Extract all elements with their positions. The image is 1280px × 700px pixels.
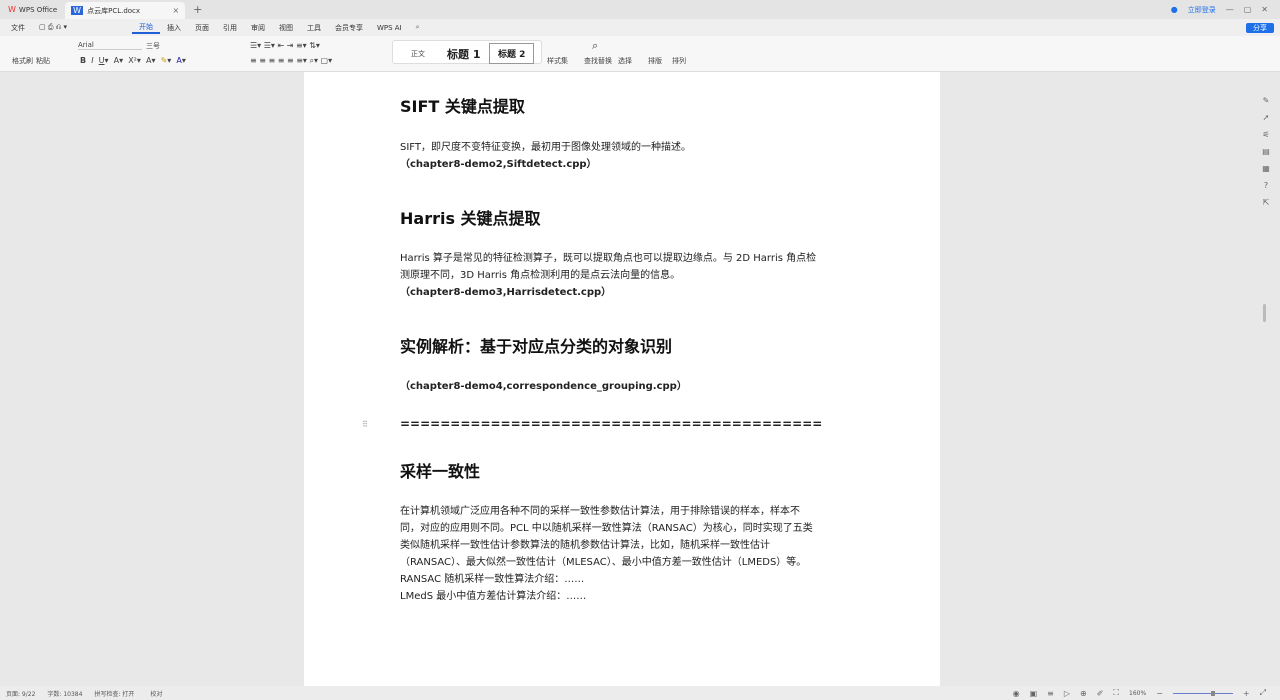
- zoom-in-button[interactable]: +: [1243, 689, 1250, 698]
- pen-icon[interactable]: ✐: [1097, 689, 1104, 698]
- paragraph-line: Harris 算子是常见的特征检测算子，既可以提取角点也可以提取边缘点。与 2D…: [400, 253, 817, 264]
- fullscreen-icon[interactable]: ⤢: [1260, 688, 1266, 698]
- quick-access-toolbar: ▢ ⎙ ⎌ ▾: [39, 23, 68, 31]
- review-icon[interactable]: ▤: [1262, 147, 1270, 156]
- paragraph-line: 在计算机领域广泛应用各种不同的采样一致性参数估计算法，用于排除错误的样本，样本不: [400, 506, 800, 517]
- menu-bar: 文件 ▢ ⎙ ⎌ ▾ 开始 插入 页面 引用 审阅 视图 工具 会员专享 WPS…: [0, 19, 1280, 36]
- search-icon: ⌕: [592, 39, 599, 52]
- style-normal[interactable]: 正文: [411, 49, 425, 59]
- page-view-icon[interactable]: ▣: [1030, 689, 1038, 698]
- paragraph-buttons[interactable]: ☰▾ ☰▾ ⇤ ⇥ ≡▾ ⇅▾: [250, 41, 320, 50]
- share-icon[interactable]: ⇱: [1263, 198, 1270, 207]
- scrollbar-thumb[interactable]: [1263, 304, 1266, 322]
- paragraph-line: （RANSAC）、最大似然一致性估计（MLESAC）、最小中值方差一致性估计（L…: [400, 557, 807, 568]
- wps-logo-icon: W: [8, 5, 16, 14]
- wps-office-tab[interactable]: W WPS Office: [0, 0, 65, 19]
- close-icon[interactable]: ×: [172, 6, 179, 15]
- format-painter-button[interactable]: 格式刷: [12, 56, 33, 66]
- paragraph-line: RANSAC 随机采样一致性算法介绍：……: [400, 574, 585, 585]
- adjust-icon[interactable]: ⚟: [1262, 130, 1269, 139]
- menu-member[interactable]: 会员专享: [328, 23, 370, 33]
- proofread-button[interactable]: 校对: [150, 689, 162, 698]
- zoom-out-button[interactable]: −: [1156, 689, 1163, 698]
- help-icon[interactable]: ?: [1264, 181, 1268, 190]
- web-view-icon[interactable]: ⊕: [1080, 689, 1087, 698]
- word-doc-icon: W: [71, 6, 84, 15]
- paragraph-line: LMedS 最小中值方差估计算法介绍：……: [400, 591, 587, 602]
- heading-text: 采样一致性: [400, 462, 481, 481]
- zoom-slider[interactable]: [1172, 690, 1233, 696]
- font-size-select[interactable]: 三号: [146, 41, 160, 51]
- select-button[interactable]: 选择: [618, 56, 632, 66]
- heading-text: 实例解析：基于对应点分类的对象识别: [400, 337, 673, 356]
- code-ref: （chapter8-demo2,Siftdetect.cpp）: [400, 159, 597, 170]
- find-replace-button[interactable]: 查找替换: [584, 56, 612, 66]
- cursor-icon[interactable]: ➚: [1263, 113, 1270, 122]
- format-buttons[interactable]: B I U▾ A▾ X²▾ A▾ ✎▾ A▾: [80, 56, 186, 65]
- word-count[interactable]: 字数: 10384: [47, 689, 82, 698]
- font-select[interactable]: Arial: [78, 41, 142, 50]
- paragraph: 在计算机领域广泛应用各种不同的采样一致性参数估计算法，用于排除错误的样本，样本不…: [400, 503, 813, 605]
- pen-icon[interactable]: ✎: [1263, 96, 1270, 105]
- avatar-icon: ●: [1170, 5, 1178, 14]
- paragraph-line: 类似随机采样一致性估计参数算法的随机参数估计算法，比如，随机采样一致性估计: [400, 540, 770, 551]
- menu-file[interactable]: 文件: [4, 23, 32, 33]
- menu-home[interactable]: 开始: [132, 22, 160, 34]
- heading-harris: Harris 关键点提取: [400, 210, 541, 227]
- maximize-icon[interactable]: ▢: [1244, 5, 1252, 14]
- paste-button[interactable]: 粘贴: [36, 56, 50, 66]
- outline-view-icon[interactable]: ≡: [1047, 689, 1054, 698]
- zoom-level[interactable]: 160%: [1129, 690, 1146, 697]
- menu-references[interactable]: 引用: [216, 23, 244, 33]
- paragraph-line: 同，对应的应用则不同。PCL 中以随机采样一致性算法（RANSAC）为核心，同时…: [400, 523, 813, 534]
- search-icon[interactable]: ⌕: [409, 23, 427, 32]
- play-icon[interactable]: ▷: [1064, 689, 1070, 698]
- heading-ransac: 采样一致性: [400, 463, 480, 480]
- heading-text: Harris 关键点提取: [400, 209, 541, 228]
- doc-tab-label: 点云库PCL.docx: [87, 6, 141, 15]
- style-heading2[interactable]: 标题 2: [489, 43, 535, 64]
- menu-page[interactable]: 页面: [188, 23, 216, 33]
- style-heading1[interactable]: 标题 1: [447, 46, 480, 62]
- tab-bar: W WPS Office W 点云库PCL.docx × + ● 立即登录 — ▢ ✕: [0, 0, 1280, 19]
- code-ref: （chapter8-demo4,correspondence_grouping.…: [400, 381, 687, 392]
- table-icon[interactable]: ▦: [1262, 164, 1270, 173]
- menu-tools[interactable]: 工具: [300, 23, 328, 33]
- app-tab-label: WPS Office: [18, 5, 58, 14]
- login-link[interactable]: 立即登录: [1188, 5, 1216, 15]
- menu-review[interactable]: 审阅: [244, 23, 272, 33]
- status-bar: 页面: 9/22 字数: 10384 拼写检查: 打开 校对 ◉ ▣ ≡ ▷ ⊕…: [0, 686, 1280, 700]
- paragraph-line: SIFT，即尺度不变特征变换，最初用于图像处理领域的一种描述。: [400, 142, 691, 153]
- separator-line: ========================================…: [400, 417, 823, 431]
- code-ref: （chapter8-demo3,Harrisdetect.cpp）: [400, 287, 612, 298]
- new-tab-button[interactable]: +: [193, 3, 202, 16]
- fit-icon[interactable]: ⛶: [1113, 688, 1119, 698]
- document-tab[interactable]: W 点云库PCL.docx ×: [65, 2, 186, 19]
- menu-view[interactable]: 视图: [272, 23, 300, 33]
- heading-sift: SIFT 关键点提取: [400, 98, 525, 115]
- page-count[interactable]: 页面: 9/22: [6, 689, 35, 698]
- share-button[interactable]: 分享: [1246, 22, 1274, 33]
- heading-example: 实例解析：基于对应点分类的对象识别: [400, 338, 672, 355]
- paragraph-line: 测原理不同，3D Harris 角点检测利用的是点云法向量的信息。: [400, 270, 681, 281]
- spell-check-toggle[interactable]: 拼写检查: 打开: [94, 689, 134, 698]
- heading-text: SIFT 关键点提取: [400, 97, 525, 116]
- align-buttons[interactable]: ≡ ≡ ≡ ≡ ≡ ≡▾ ⌕▾ ▢▾: [250, 56, 332, 66]
- style-gallery: 正文 标题 1 标题 2: [392, 40, 542, 64]
- eye-icon[interactable]: ◉: [1013, 689, 1020, 698]
- right-sidebar: ✎ ➚ ⚟ ▤ ▦ ? ⇱: [1252, 72, 1280, 684]
- layout-button[interactable]: 排版: [648, 56, 662, 66]
- minimize-icon[interactable]: —: [1226, 5, 1234, 14]
- drag-handle-icon[interactable]: ⠿: [362, 420, 368, 429]
- menu-insert[interactable]: 插入: [160, 23, 188, 33]
- ribbon: 格式刷 粘贴 Arial 三号 B I U▾ A▾ X²▾ A▾ ✎▾ A▾ ☰…: [0, 36, 1280, 72]
- menu-wps-ai[interactable]: WPS AI: [370, 24, 409, 32]
- style-set-button[interactable]: 样式集: [547, 56, 568, 66]
- arrange-button[interactable]: 排列: [672, 56, 686, 66]
- close-window-icon[interactable]: ✕: [1261, 5, 1268, 14]
- paragraph: SIFT，即尺度不变特征变换，最初用于图像处理领域的一种描述。 （chapter…: [400, 139, 691, 173]
- paragraph: Harris 算子是常见的特征检测算子，既可以提取角点也可以提取边缘点。与 2D…: [400, 250, 816, 301]
